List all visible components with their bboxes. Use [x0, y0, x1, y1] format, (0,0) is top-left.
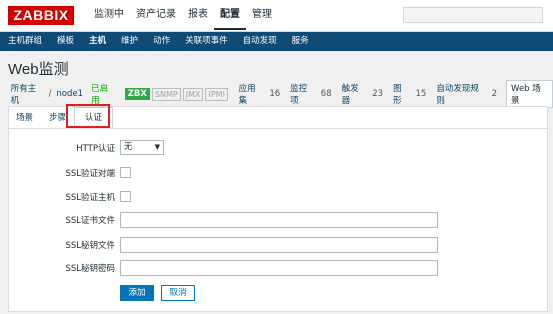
breadcrumb-all-hosts[interactable]: 所有主机 [8, 82, 47, 106]
subnav-host-groups[interactable]: 主机群组 [0, 32, 49, 51]
zabbix-logo[interactable]: ZABBIX [8, 6, 74, 25]
ssl-verify-host-checkbox[interactable] [120, 191, 131, 202]
availability-zbx-badge: ZBX [124, 88, 150, 100]
triggers-count: 23 [372, 89, 384, 99]
topnav-configuration[interactable]: 配置 [214, 0, 246, 30]
top-bar: ZABBIX 监测中 资产记录 报表 配置 管理 [0, 0, 553, 32]
ssl-cert-file-label: SSL证书文件 [65, 216, 115, 226]
ssl-verify-host-label: SSL验证主机 [65, 193, 115, 203]
subnav-templates[interactable]: 模板 [49, 32, 81, 51]
ssl-key-password-label: SSL秘钥密码 [65, 264, 115, 274]
ssl-verify-peer-label: SSL验证对端 [65, 169, 115, 179]
tab-divider [8, 128, 548, 129]
triggers-link[interactable]: 触发器 [339, 82, 370, 106]
graphs-count: 15 [415, 89, 427, 99]
topnav-reports[interactable]: 报表 [182, 0, 214, 32]
web-scenarios-tab[interactable]: Web 场景 [506, 80, 553, 108]
top-nav: 监测中 资产记录 报表 配置 管理 [88, 0, 278, 32]
ssl-key-file-label: SSL秘钥文件 [65, 241, 115, 251]
http-auth-value: 无 [124, 142, 133, 152]
form-panel [8, 106, 548, 312]
ssl-key-file-input[interactable] [120, 237, 438, 253]
http-auth-label: HTTP认证 [76, 144, 115, 154]
applications-count: 16 [269, 89, 281, 99]
subnav-maintenance[interactable]: 维护 [113, 32, 145, 51]
dropdown-arrow-icon: ▼ [154, 143, 160, 151]
items-count: 68 [320, 89, 332, 99]
cancel-button[interactable]: 取消 [161, 285, 195, 301]
add-button[interactable]: 添加 [120, 285, 154, 301]
subnav-services[interactable]: 服务 [284, 32, 316, 51]
ssl-cert-file-input[interactable] [120, 212, 438, 228]
items-link[interactable]: 监控项 [287, 82, 318, 106]
availability-ipmi-badge: IPMI [205, 87, 228, 101]
subnav-correlation[interactable]: 关联项事件 [177, 32, 235, 51]
graphs-link[interactable]: 图形 [390, 82, 412, 106]
availability-jmx-badge: JMX [182, 87, 204, 101]
topnav-inventory[interactable]: 资产记录 [130, 0, 182, 32]
topnav-administration[interactable]: 管理 [246, 0, 278, 32]
availability-snmp-badge: SNMP [151, 87, 181, 101]
ssl-verify-peer-checkbox[interactable] [120, 167, 131, 178]
host-status[interactable]: 已启用 [86, 82, 121, 106]
applications-link[interactable]: 应用集 [236, 82, 267, 106]
sub-nav: 主机群组 模板 主机 维护 动作 关联项事件 自动发现 服务 [0, 32, 553, 51]
http-auth-select[interactable]: 无 ▼ [120, 140, 164, 155]
subnav-hosts[interactable]: 主机 [81, 32, 113, 51]
highlight-box [66, 104, 110, 128]
page-title: Web监测 [8, 61, 69, 78]
discovery-rules-count: 2 [491, 89, 498, 99]
subnav-actions[interactable]: 动作 [145, 32, 177, 51]
breadcrumb-host[interactable]: node1 [53, 89, 86, 99]
topnav-monitoring[interactable]: 监测中 [88, 0, 130, 32]
search-input[interactable] [403, 7, 543, 23]
breadcrumb: 所有主机 / node1 已启用 ZBX SNMP JMX IPMI 应用集 1… [0, 80, 553, 108]
subnav-discovery[interactable]: 自动发现 [235, 32, 284, 51]
discovery-rules-link[interactable]: 自动发现规则 [433, 82, 488, 106]
ssl-key-password-input[interactable] [120, 260, 438, 276]
breadcrumb-separator: / [48, 89, 52, 99]
tab-scenario[interactable]: 场景 [8, 111, 41, 128]
